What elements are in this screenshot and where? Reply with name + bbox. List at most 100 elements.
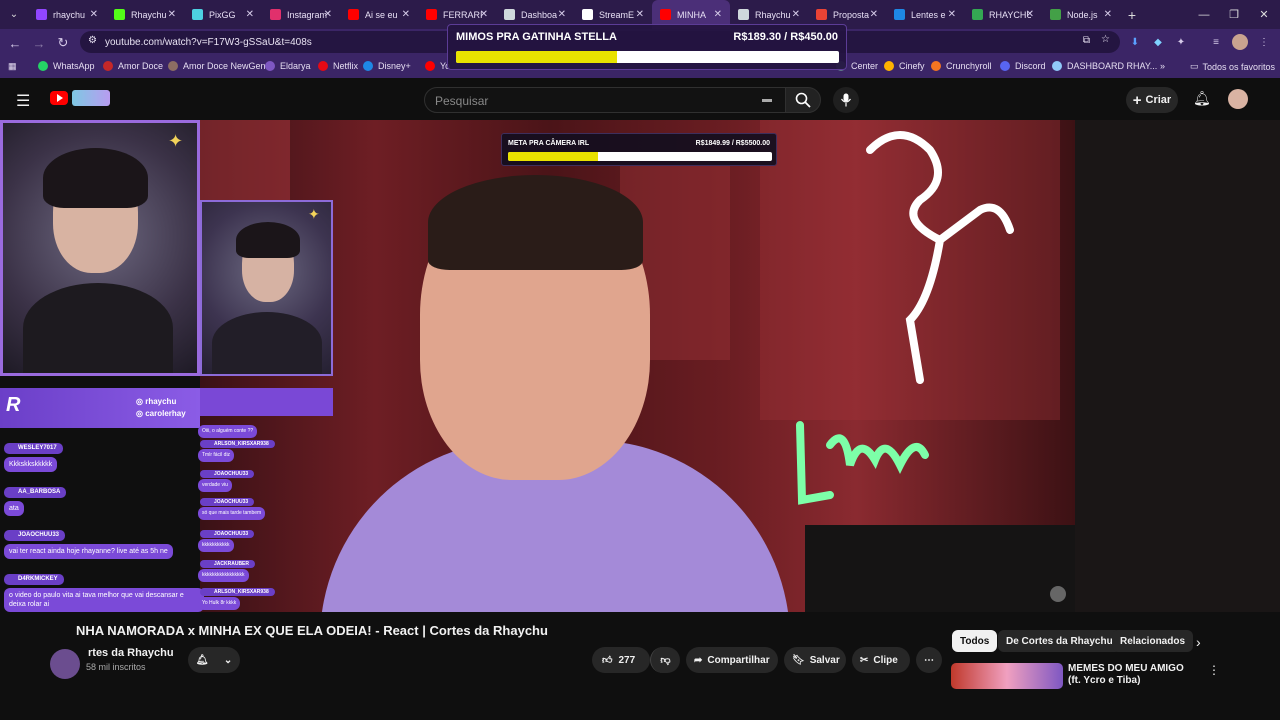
profile-avatar[interactable] <box>1232 34 1248 50</box>
browser-tab[interactable]: Rhaychu ✕ <box>106 0 184 29</box>
search-button[interactable] <box>785 87 821 113</box>
voice-search-button[interactable] <box>833 87 859 113</box>
apps-grid-icon[interactable]: ▦ <box>8 61 17 72</box>
drive-icon <box>972 9 983 20</box>
all-favorites-folder[interactable]: ▭ Todos os favoritos <box>1190 61 1275 72</box>
maximize-icon[interactable]: ❐ <box>1218 0 1250 29</box>
close-tab-icon[interactable]: ✕ <box>324 9 332 20</box>
close-tab-icon[interactable]: ✕ <box>246 9 254 20</box>
browser-tab[interactable]: RHAYCHU ✕ <box>964 0 1042 29</box>
social-handles-bar: R ◎ rhaychu ◎ carolerhay <box>0 388 200 428</box>
channel-avatar[interactable] <box>50 649 80 679</box>
chat-username: ARLSON_KIRSXAR938 <box>200 588 275 596</box>
browser-tab[interactable]: Lentes e ✕ <box>886 0 964 29</box>
settings-overlay-icon[interactable] <box>1050 586 1066 602</box>
bookmark-item[interactable]: Crunchyroll <box>931 61 992 71</box>
close-tab-icon[interactable]: ✕ <box>714 9 722 20</box>
browser-tab[interactable]: Instagram ✕ <box>262 0 340 29</box>
doodle-logo <box>72 90 110 106</box>
bookmark-item[interactable]: WhatsApp <box>38 61 95 71</box>
chat-message: ata <box>4 501 24 516</box>
bookmark-item[interactable]: DASHBOARD RHAY... <box>1052 61 1157 71</box>
media-controls-icon[interactable]: ≡ <box>1208 34 1224 50</box>
filter-chip[interactable]: Relacionados <box>1112 630 1194 652</box>
notifications-bell-icon[interactable]: 🔔︎ <box>1193 90 1211 107</box>
extensions-puzzle-icon[interactable]: ✦ <box>1173 34 1189 50</box>
related-video-title[interactable]: MEMES DO MEU AMIGO (ft. Ycro e Tiba) <box>1068 663 1198 687</box>
close-tab-icon[interactable]: ✕ <box>948 9 956 20</box>
hamburger-menu-icon[interactable]: ☰ <box>16 91 30 111</box>
close-tab-icon[interactable]: ✕ <box>168 9 176 20</box>
forward-button[interactable]: → <box>29 33 49 53</box>
dislike-button[interactable]: 👎︎ <box>650 647 680 673</box>
search-input[interactable]: Pesquisar <box>424 87 786 113</box>
create-button[interactable]: + Criar <box>1126 87 1178 113</box>
subscribed-bell-button[interactable]: 🔔︎ ⌄ <box>188 647 240 673</box>
instagram-icon: ◎ <box>136 409 146 418</box>
bookmark-label: Disney+ <box>378 61 411 71</box>
site-info-icon[interactable]: ⚙ <box>88 35 97 46</box>
bookmark-item[interactable]: Netflix <box>318 61 358 71</box>
extension-icon[interactable]: ◆ <box>1150 34 1166 50</box>
close-tab-icon[interactable]: ✕ <box>792 9 800 20</box>
like-button[interactable]: 👍︎ 277 <box>592 647 650 673</box>
video-side-background <box>1075 120 1280 612</box>
related-video-thumbnail[interactable] <box>951 663 1063 689</box>
chat-message: Tmlr fácil diz <box>198 449 235 462</box>
browser-menu-icon[interactable]: ⋮ <box>1256 34 1272 50</box>
new-tab-button[interactable]: + <box>1120 7 1144 23</box>
channel-name[interactable]: rtes da Rhaychu <box>88 647 174 659</box>
clip-button[interactable]: ✂ Clipe <box>852 647 910 673</box>
bookmark-item[interactable]: Cinefy <box>884 61 925 71</box>
close-tab-icon[interactable]: ✕ <box>90 9 98 20</box>
filter-chip[interactable]: Todos <box>952 630 998 652</box>
chat-message: Oiii, o alguém conte ?? <box>198 425 258 438</box>
browser-tab[interactable]: PixGG ✕ <box>184 0 262 29</box>
bookmark-item[interactable]: Amor Doce NewGen <box>168 61 266 71</box>
bookmark-star-icon[interactable]: ☆ <box>1101 34 1110 45</box>
cast-icon[interactable]: ⧉ <box>1083 35 1090 46</box>
star-decoration-icon: ✦ <box>308 206 320 222</box>
bookmark-item[interactable]: Discord <box>1000 61 1046 71</box>
filter-chip[interactable]: De Cortes da Rhaychu <box>998 630 1121 652</box>
video-title: NHA NAMORADA x MINHA EX QUE ELA ODEIA! -… <box>76 623 548 638</box>
close-tab-icon[interactable]: ✕ <box>870 9 878 20</box>
bookmark-label: Center <box>851 61 879 71</box>
chat-username: JACKRAUBER <box>200 560 256 568</box>
pixgg-icon <box>192 9 203 20</box>
browser-tab[interactable]: rhaychu ✕ <box>28 0 106 29</box>
bookmark-item[interactable]: Amor Doce <box>103 61 163 71</box>
bookmark-item[interactable]: Eldarya <box>265 61 311 71</box>
tab-search-icon[interactable]: ⌄ <box>0 0 28 29</box>
close-tab-icon[interactable]: ✕ <box>1026 9 1034 20</box>
save-button[interactable]: 🔖︎ Salvar <box>784 647 846 673</box>
close-tab-icon[interactable]: ✕ <box>480 9 488 20</box>
close-window-icon[interactable]: ✕ <box>1248 0 1280 29</box>
goal-progress-track <box>456 51 839 63</box>
chat-message: verdade viu <box>198 479 232 492</box>
account-avatar[interactable] <box>1228 89 1248 109</box>
share-button[interactable]: ➦ Compartilhar <box>686 647 778 673</box>
subscriber-count: 58 mil inscritos <box>86 662 146 672</box>
keyboard-icon[interactable]: ▬ <box>762 94 772 105</box>
close-tab-icon[interactable]: ✕ <box>558 9 566 20</box>
browser-tab[interactable]: Ai se eu ✕ <box>340 0 418 29</box>
star-decoration-icon: ✦ <box>168 131 184 151</box>
chevron-right-icon[interactable]: › <box>1196 634 1201 650</box>
bookmark-item[interactable]: Disney+ <box>363 61 411 71</box>
close-tab-icon[interactable]: ✕ <box>402 9 410 20</box>
download-icon[interactable]: ⬇ <box>1127 34 1143 50</box>
youtube-logo[interactable] <box>50 91 68 105</box>
close-tab-icon[interactable]: ✕ <box>636 9 644 20</box>
reload-button[interactable]: ↻ <box>53 33 73 53</box>
scissors-icon: ✂ <box>860 654 869 666</box>
related-more-icon[interactable]: ⋮ <box>1208 663 1220 677</box>
more-actions-button[interactable]: ⋯ <box>916 647 942 673</box>
minimize-icon[interactable]: — <box>1188 0 1220 29</box>
browser-tab[interactable]: Node.js ✕ <box>1042 0 1120 29</box>
save-label: Salvar <box>809 654 840 666</box>
back-button[interactable]: ← <box>5 33 25 53</box>
neon-green-sign <box>796 421 929 505</box>
bookmarks-overflow[interactable]: » <box>1160 61 1165 71</box>
close-tab-icon[interactable]: ✕ <box>1104 9 1112 20</box>
